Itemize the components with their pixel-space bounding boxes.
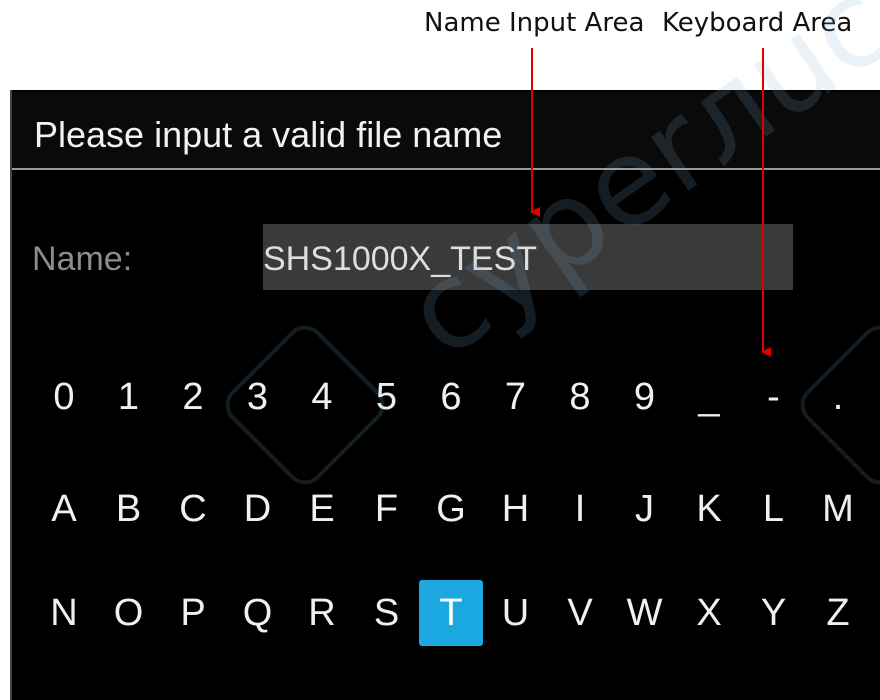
annotation-arrows bbox=[530, 48, 771, 357]
